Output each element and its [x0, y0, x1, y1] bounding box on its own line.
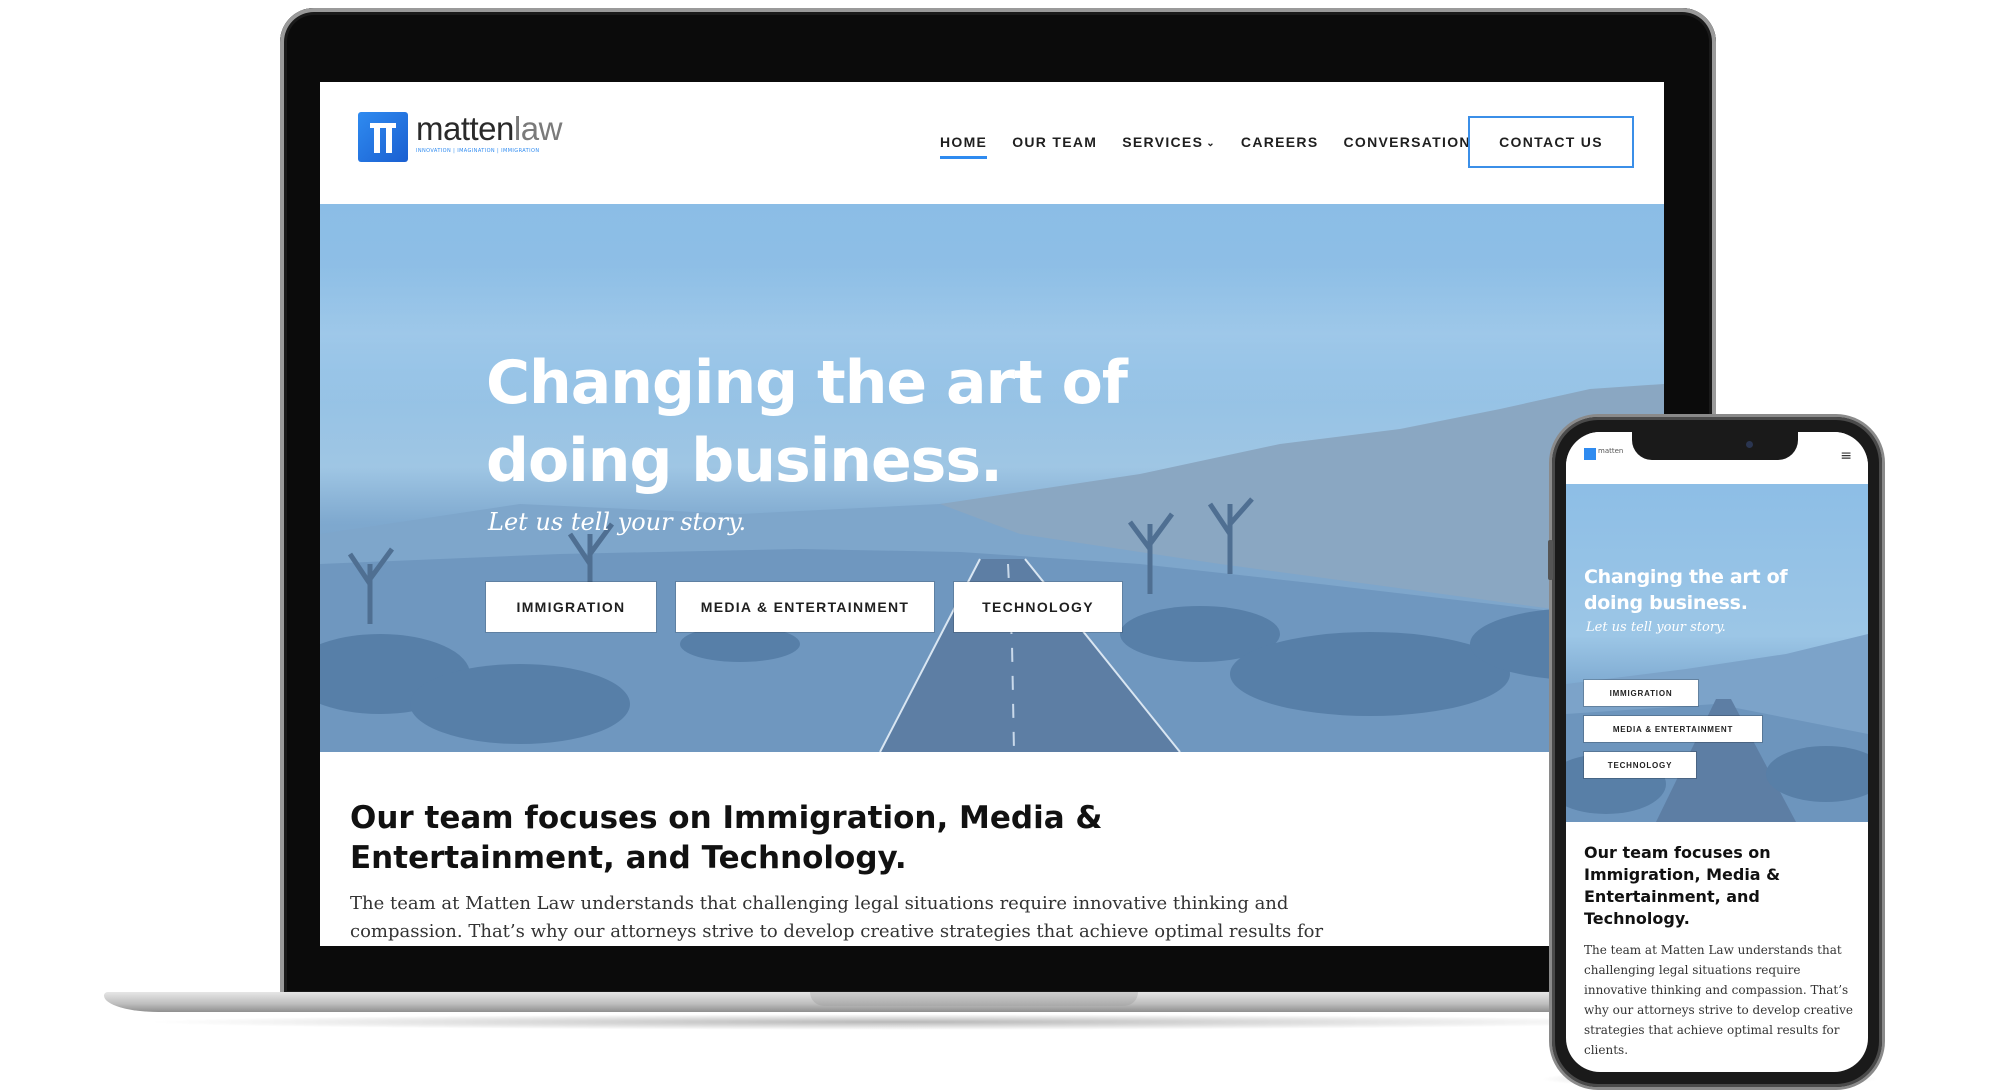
nav-careers[interactable]: CAREERS: [1241, 134, 1319, 150]
mobile-technology-button[interactable]: TECHNOLOGY: [1584, 752, 1696, 778]
content-heading: Our team focuses on Immigration, Media &…: [350, 800, 1103, 876]
immigration-button[interactable]: IMMIGRATION: [486, 582, 656, 632]
nav-our-team[interactable]: OUR TEAM: [1012, 134, 1097, 150]
hamburger-menu-icon[interactable]: ≡: [1840, 448, 1852, 464]
logo-mark-icon: [358, 112, 408, 162]
mobile-website: matten ≡ Changing the art of doing busine…: [1566, 432, 1868, 1072]
site-header: mattenlaw INNOVATION | IMAGINATION | IMM…: [320, 82, 1664, 204]
content-paragraph: The team at Matten Law understands that …: [350, 893, 1324, 942]
technology-button[interactable]: TECHNOLOGY: [954, 582, 1122, 632]
laptop-hinge-notch: [810, 992, 1138, 1006]
phone-camera: [1746, 441, 1753, 448]
hero-subtitle: Let us tell your story.: [488, 508, 747, 536]
contact-us-button[interactable]: CONTACT US: [1468, 116, 1634, 168]
hero-title: Changing the art of doing business.: [486, 348, 1128, 496]
mobile-hero-subtitle: Let us tell your story.: [1586, 620, 1726, 635]
hero-section: Changing the art of doing business. Let u…: [320, 204, 1664, 752]
nav-conversation[interactable]: CONVERSATION: [1343, 134, 1470, 150]
logo-tagline: INNOVATION | IMAGINATION | IMMIGRATION: [416, 148, 540, 154]
mobile-content-paragraph: The team at Matten Law understands that …: [1584, 943, 1854, 1057]
main-nav: HOME OUR TEAM SERVICES ⌄ CAREERS CONVERSA…: [940, 134, 1496, 159]
mobile-immigration-button[interactable]: IMMIGRATION: [1584, 680, 1698, 706]
mobile-logo-icon[interactable]: [1584, 448, 1596, 460]
mobile-media-entertainment-button[interactable]: MEDIA & ENTERTAINMENT: [1584, 716, 1762, 742]
mobile-content-heading: Our team focuses on Immigration, Media &…: [1584, 843, 1781, 928]
hero-buttons: IMMIGRATION MEDIA & ENTERTAINMENT TECHNO…: [486, 582, 1142, 632]
laptop-shadow: [140, 1014, 1660, 1030]
site-logo[interactable]: mattenlaw INNOVATION | IMAGINATION | IMM…: [358, 112, 562, 162]
nav-services-label: SERVICES: [1122, 134, 1204, 150]
mobile-hero: Changing the art of doing business. Let u…: [1566, 484, 1868, 822]
logo-wordmark: mattenlaw: [416, 110, 562, 147]
phone-notch: [1632, 432, 1798, 460]
mobile-hero-title: Changing the art of doing business.: [1584, 566, 1788, 614]
desktop-website: mattenlaw INNOVATION | IMAGINATION | IMM…: [320, 82, 1664, 946]
nav-home[interactable]: HOME: [940, 134, 988, 159]
mobile-logo-text: matten: [1598, 447, 1624, 455]
media-entertainment-button[interactable]: MEDIA & ENTERTAINMENT: [676, 582, 934, 632]
nav-services[interactable]: SERVICES ⌄: [1122, 134, 1216, 150]
chevron-down-icon: ⌄: [1206, 138, 1216, 149]
phone-side-button: [1548, 540, 1553, 580]
